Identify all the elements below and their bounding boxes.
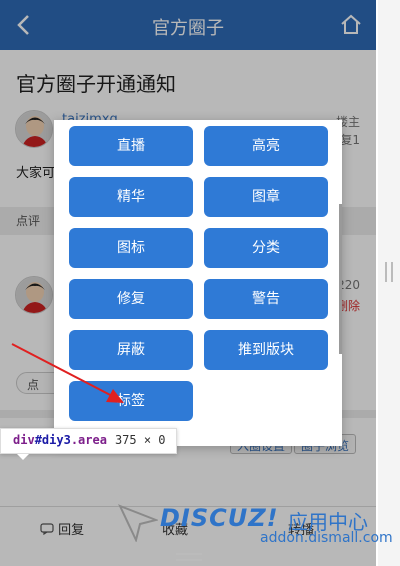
tag-button[interactable]: 标签: [69, 381, 193, 421]
icon-button[interactable]: 图标: [69, 228, 193, 268]
page-scrollbar[interactable]: [378, 0, 400, 566]
live-button[interactable]: 直播: [69, 126, 193, 166]
resize-handle-icon[interactable]: [176, 553, 202, 561]
scrollbar-grip-icon[interactable]: [385, 262, 393, 282]
stamp-button[interactable]: 图章: [204, 177, 328, 217]
block-button[interactable]: 屏蔽: [69, 330, 193, 370]
tooltip-size: 375 × 0: [114, 433, 166, 447]
tooltip-selector: div#diy3.area: [13, 433, 107, 447]
highlight-button[interactable]: 高亮: [204, 126, 328, 166]
repair-button[interactable]: 修复: [69, 279, 193, 319]
popup-scrollbar[interactable]: [339, 204, 342, 354]
push-to-forum-button[interactable]: 推到版块: [204, 330, 328, 370]
category-button[interactable]: 分类: [204, 228, 328, 268]
warn-button[interactable]: 警告: [204, 279, 328, 319]
digest-button[interactable]: 精华: [69, 177, 193, 217]
phone-screen: 官方圈子 官方圈子开通通知 taizimxq 楼主 复1 大家可 点评 220 …: [0, 0, 376, 566]
devtools-element-tooltip: div#diy3.area 375 × 0: [0, 428, 177, 460]
moderation-popup: 直播 高亮 精华 图章 图标 分类 修复 警告 屏蔽 推到版块 标签: [54, 120, 342, 446]
